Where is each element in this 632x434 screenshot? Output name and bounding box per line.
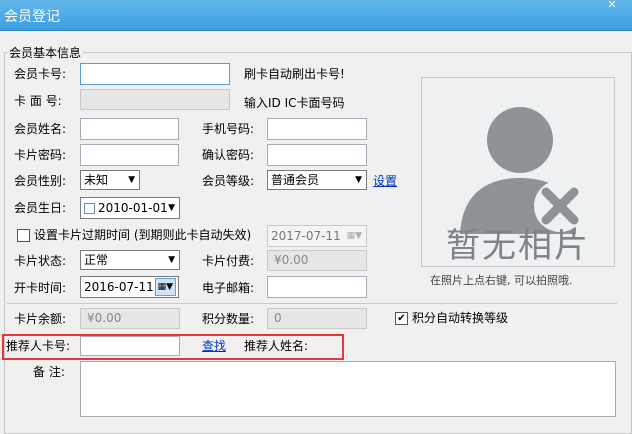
status-select[interactable]: 正常 ▼ [80,250,180,270]
level-label: 会员等级: [202,174,255,188]
birthday-value: 2010-01-01 [98,201,168,215]
birthday-checkbox[interactable] [84,203,95,214]
open-time-value: 2016-07-11 [84,280,154,294]
fee-label: 卡片付费: [202,254,255,268]
password-input[interactable] [80,144,179,166]
open-time-label: 开卡时间: [14,281,67,295]
remark-label: 备 注: [33,365,65,379]
referrer-name-label: 推荐人姓名: [244,339,309,353]
face-no-label: 卡 面 号: [14,94,62,108]
window-title: 会员登记 [4,9,60,25]
points-input[interactable]: 0 [267,308,367,329]
birthday-picker[interactable]: 2010-01-01 ▼ [80,197,180,219]
expiry-date-picker[interactable]: 2017-07-11 ▦▼ [267,225,367,247]
face-no-input[interactable] [80,89,230,110]
level-value: 普通会员 [271,173,320,187]
email-input[interactable] [267,276,367,298]
confirm-password-input[interactable] [267,144,367,166]
open-time-picker[interactable]: 2016-07-11 ▦▼ [80,276,179,298]
chevron-down-icon: ▼ [355,175,362,185]
phone-label: 手机号码: [202,122,255,136]
chevron-down-icon: ▼ [168,203,175,213]
photo-panel[interactable]: 暂无相片 [421,77,615,267]
balance-input[interactable]: ¥0.00 [80,308,180,329]
referrer-no-label: 推荐人卡号: [6,339,71,353]
calendar-icon: ▦▼ [346,231,362,241]
photo-placeholder-text: 暂无相片 [446,226,590,266]
auto-level-checkbox[interactable]: ✔ [395,312,408,325]
referrer-no-input[interactable] [80,336,180,356]
divider [7,303,617,304]
chevron-down-icon: ▼ [128,175,135,185]
remark-textarea[interactable] [80,361,616,417]
title-bar: 会员登记 ✕ [0,0,632,31]
calendar-icon[interactable]: ▦▼ [154,278,176,296]
balance-label: 卡片余额: [14,312,67,326]
status-value: 正常 [84,253,109,267]
level-select[interactable]: 普通会员 ▼ [267,170,367,190]
expiry-checkbox-label: 设置卡片过期时间 (到期则此卡自动失效) [34,228,252,242]
phone-input[interactable] [267,118,367,140]
group-legend: 会员基本信息 [7,44,84,61]
gender-label: 会员性别: [14,174,67,188]
email-label: 电子邮箱: [202,281,255,295]
points-label: 积分数量: [202,312,255,326]
gender-value: 未知 [84,173,109,187]
close-icon[interactable]: ✕ [597,0,627,12]
card-no-hint: 刷卡自动刷出卡号! [244,67,345,81]
gender-select[interactable]: 未知 ▼ [80,170,140,190]
photo-hint: 在照片上点右键, 可以拍照哦. [430,274,573,287]
name-input[interactable] [80,118,179,140]
card-no-label: 会员卡号: [14,67,67,81]
referrer-find-link[interactable]: 查找 [202,338,226,354]
password-label: 卡片密码: [14,148,67,162]
level-settings-link[interactable]: 设置 [373,173,397,189]
birthday-label: 会员生日: [14,201,67,215]
card-no-input[interactable] [80,63,230,85]
confirm-label: 确认密码: [202,148,255,162]
fee-input[interactable]: ¥0.00 [267,250,367,271]
expiry-value: 2017-07-11 [271,229,341,243]
status-label: 卡片状态: [14,254,67,268]
chevron-down-icon: ▼ [168,255,175,265]
name-label: 会员姓名: [14,122,67,136]
face-no-hint: 输入ID IC卡面号码 [244,96,345,110]
auto-level-label: 积分自动转换等级 [412,311,509,325]
expiry-checkbox[interactable] [17,229,30,242]
